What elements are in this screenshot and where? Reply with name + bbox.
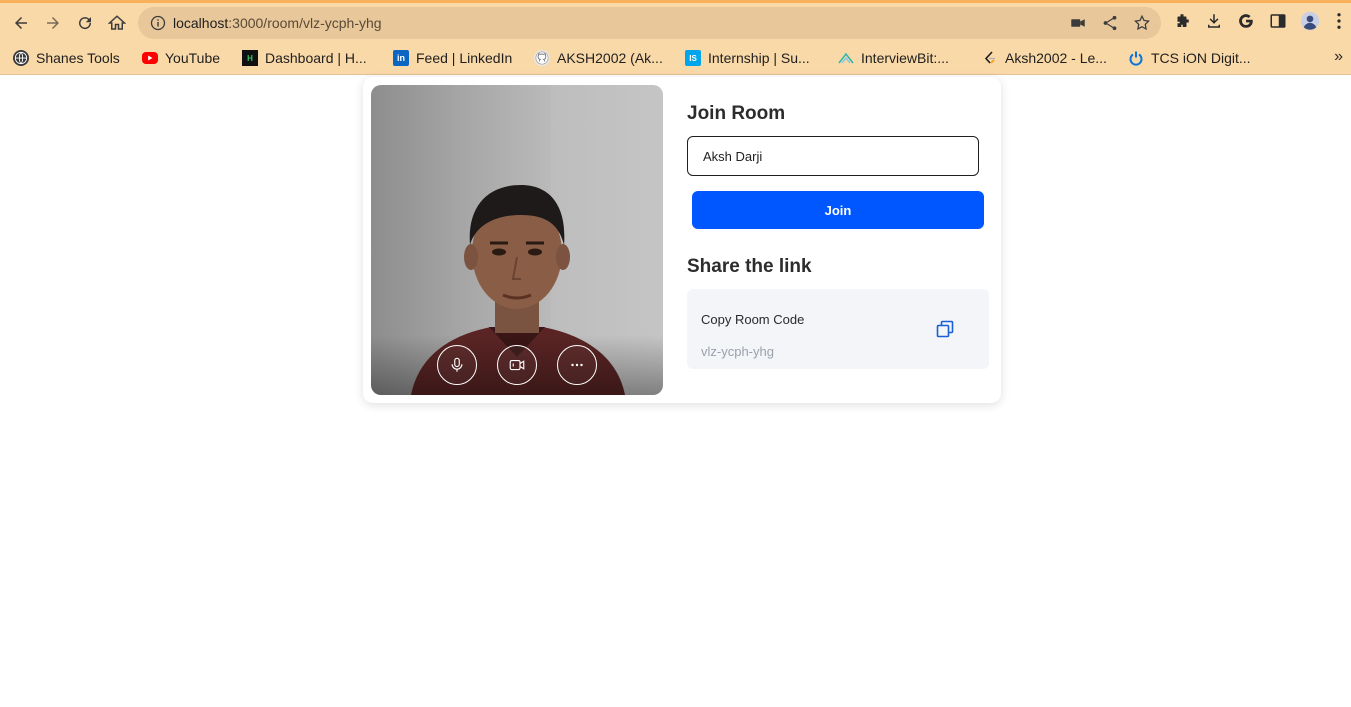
github-icon: [534, 50, 550, 66]
side-panel-icon[interactable]: [1268, 11, 1288, 31]
join-button[interactable]: Join: [692, 191, 984, 229]
url-text: localhost:3000/room/vlz-ycph-yhg: [173, 15, 382, 31]
join-room-title: Join Room: [687, 103, 786, 124]
microphone-icon: [451, 357, 463, 372]
bookmark-label: Dashboard | H...: [265, 50, 367, 66]
menu-icon[interactable]: [1332, 11, 1346, 31]
bookmarks-bar: Shanes Tools YouTube H Dashboard | H... …: [0, 42, 1351, 75]
join-panel: Join Room Join Share the link Copy Room …: [687, 77, 993, 403]
share-icon[interactable]: [1101, 14, 1119, 32]
internshala-icon: IS: [685, 50, 701, 66]
room-code-value: vlz-ycph-yhg: [701, 344, 774, 359]
bookmark-internship[interactable]: IS Internship | Su...: [685, 49, 810, 67]
bookmark-shanes-tools[interactable]: Shanes Tools: [13, 49, 120, 67]
bookmark-label: Shanes Tools: [36, 50, 120, 66]
name-input[interactable]: [687, 136, 979, 176]
bookmark-github[interactable]: AKSH2002 (Ak...: [534, 49, 663, 67]
bookmark-label: YouTube: [165, 50, 221, 66]
forward-icon[interactable]: [41, 11, 65, 35]
bookmark-label: AKSH2002 (Ak...: [557, 50, 663, 66]
bookmark-interviewbit[interactable]: InterviewBit:...: [838, 49, 949, 67]
youtube-icon: [142, 52, 158, 64]
bookmark-linkedin[interactable]: in Feed | LinkedIn: [393, 49, 512, 67]
bookmark-leetcode[interactable]: Aksh2002 - Le...: [982, 49, 1107, 67]
globe-icon: [13, 50, 29, 66]
bookmark-tcs-ion[interactable]: TCS iON Digit...: [1128, 49, 1251, 67]
bookmark-label: Internship | Su...: [708, 50, 810, 66]
room-code-box: Copy Room Code vlz-ycph-yhg: [687, 289, 989, 369]
tcs-ion-icon: [1128, 50, 1144, 66]
share-link-title: Share the link: [687, 256, 812, 277]
bookmark-label: Aksh2002 - Le...: [1005, 50, 1107, 66]
browser-toolbar: localhost:3000/room/vlz-ycph-yhg: [0, 0, 1351, 42]
hackerrank-icon: H: [242, 50, 258, 66]
leetcode-icon: [982, 50, 998, 66]
bookmark-label: InterviewBit:...: [861, 50, 949, 66]
linkedin-icon: in: [393, 50, 409, 66]
interviewbit-icon: [838, 50, 854, 66]
bookmark-label: Feed | LinkedIn: [416, 50, 513, 66]
bookmark-youtube[interactable]: YouTube: [142, 49, 220, 67]
more-options-icon: [571, 363, 583, 367]
copy-icon[interactable]: [935, 319, 955, 339]
profile-avatar[interactable]: [1300, 11, 1320, 31]
copy-room-code-label: Copy Room Code: [701, 312, 805, 327]
bookmark-label: TCS iON Digit...: [1151, 50, 1251, 66]
bookmark-dashboard[interactable]: H Dashboard | H...: [242, 49, 367, 67]
bookmark-star-icon[interactable]: [1133, 14, 1151, 32]
more-options-button[interactable]: [557, 345, 597, 385]
google-icon[interactable]: [1236, 11, 1256, 31]
video-camera-icon: [509, 359, 525, 371]
bookmarks-overflow-button[interactable]: »: [1334, 48, 1343, 66]
address-bar[interactable]: localhost:3000/room/vlz-ycph-yhg: [138, 7, 1161, 39]
extensions-icon[interactable]: [1172, 11, 1192, 31]
camera-toggle-button[interactable]: [497, 345, 537, 385]
home-icon[interactable]: [105, 11, 129, 35]
camera-icon[interactable]: [1069, 14, 1087, 32]
microphone-toggle-button[interactable]: [437, 345, 477, 385]
download-icon[interactable]: [1204, 11, 1224, 31]
back-icon[interactable]: [9, 11, 33, 35]
join-room-card: Join Room Join Share the link Copy Room …: [363, 77, 1001, 403]
video-preview: [371, 85, 663, 395]
site-info-icon[interactable]: [150, 15, 166, 31]
reload-icon[interactable]: [73, 11, 97, 35]
